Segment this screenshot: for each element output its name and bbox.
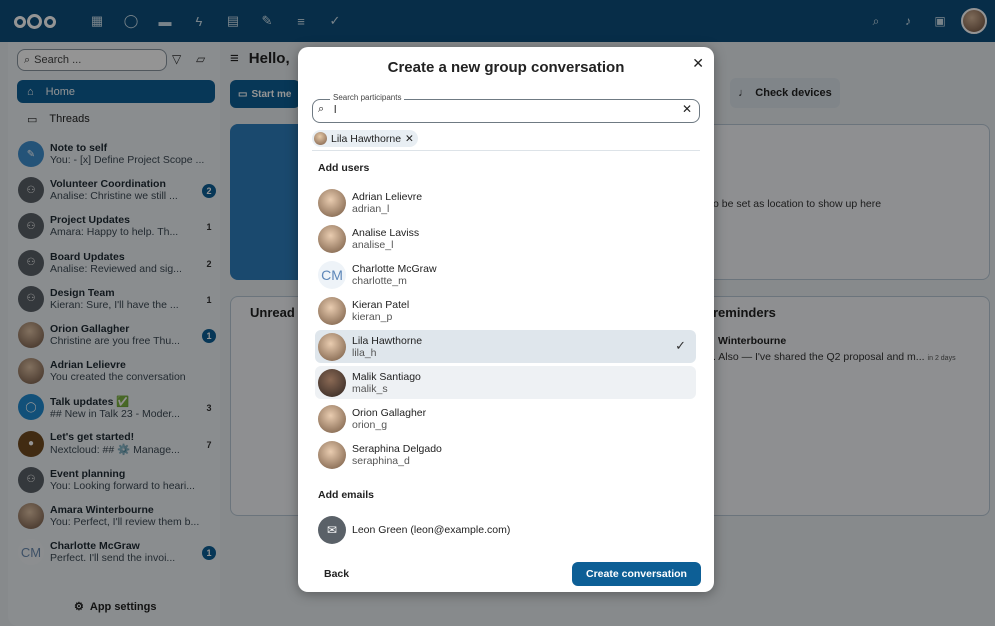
avatar bbox=[318, 368, 346, 397]
email-option[interactable]: ✉ Leon Green (leon@example.com) bbox=[315, 513, 696, 546]
user-option[interactable]: Seraphina Delgado seraphina_d bbox=[315, 438, 696, 471]
user-id: orion_g bbox=[352, 418, 388, 431]
user-option[interactable]: CM Charlotte McGraw charlotte_m bbox=[315, 258, 696, 291]
back-button[interactable]: Back bbox=[324, 568, 349, 580]
user-id: malik_s bbox=[352, 382, 388, 395]
add-emails-heading: Add emails bbox=[318, 489, 375, 501]
email-entry: Leon Green (leon@example.com) bbox=[352, 523, 511, 536]
user-name: Kieran Patel bbox=[352, 298, 410, 311]
check-icon: ✓ bbox=[675, 338, 686, 353]
user-id: charlotte_m bbox=[352, 274, 407, 287]
user-option[interactable]: Adrian Lelievre adrian_l bbox=[315, 186, 696, 219]
user-option[interactable]: Orion Gallagher orion_g bbox=[315, 402, 696, 435]
close-icon[interactable]: ✕ bbox=[692, 55, 704, 72]
user-name: Charlotte McGraw bbox=[352, 262, 437, 275]
avatar bbox=[318, 440, 346, 469]
user-id: adrian_l bbox=[352, 202, 390, 215]
user-name: Lila Hawthorne bbox=[352, 334, 423, 347]
search-legend: Search participants bbox=[330, 93, 405, 102]
add-users-heading: Add users bbox=[318, 162, 370, 174]
user-option[interactable]: Kieran Patel kieran_p bbox=[315, 294, 696, 327]
participants-search-input[interactable] bbox=[312, 99, 700, 123]
search-icon: ⌕ bbox=[318, 103, 325, 115]
remove-chip-icon[interactable]: ✕ bbox=[405, 133, 414, 145]
avatar bbox=[318, 188, 346, 217]
avatar bbox=[314, 132, 327, 145]
chip-label: Lila Hawthorne bbox=[331, 132, 402, 145]
user-name: Adrian Lelievre bbox=[352, 190, 423, 203]
user-name: Malik Santiago bbox=[352, 370, 421, 383]
user-name: Orion Gallagher bbox=[352, 406, 427, 419]
user-name: Analise Laviss bbox=[352, 226, 420, 239]
avatar bbox=[318, 224, 346, 253]
create-conversation-button[interactable]: Create conversation bbox=[572, 562, 701, 586]
avatar: CM bbox=[318, 260, 346, 289]
selected-participant-chip: Lila Hawthorne ✕ bbox=[312, 130, 418, 147]
divider bbox=[312, 150, 700, 151]
mail-icon: ✉ bbox=[318, 515, 346, 544]
user-id: analise_l bbox=[352, 238, 394, 251]
avatar bbox=[318, 404, 346, 433]
search-value: l bbox=[334, 104, 337, 116]
user-id: seraphina_d bbox=[352, 454, 410, 467]
user-option[interactable]: Malik Santiago malik_s bbox=[315, 366, 696, 399]
user-option[interactable]: Lila Hawthorne lila_h ✓ bbox=[315, 330, 696, 363]
user-id: kieran_p bbox=[352, 310, 393, 323]
user-option[interactable]: Analise Laviss analise_l bbox=[315, 222, 696, 255]
clear-search-icon[interactable]: ✕ bbox=[682, 102, 692, 116]
user-id: lila_h bbox=[352, 346, 377, 359]
avatar bbox=[318, 332, 346, 361]
dialog-title: Create a new group conversation bbox=[387, 59, 625, 76]
create-group-dialog: Create a new group conversation ✕ Search… bbox=[298, 47, 714, 592]
user-name: Seraphina Delgado bbox=[352, 442, 442, 455]
avatar bbox=[318, 296, 346, 325]
